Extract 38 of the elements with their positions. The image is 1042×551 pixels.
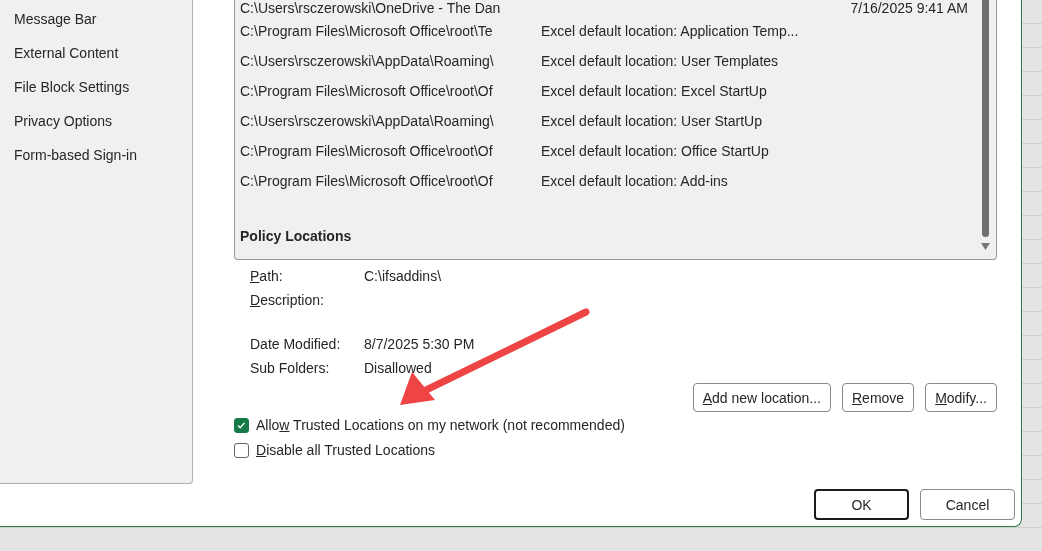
location-button[interactable]: Modify... [925, 383, 997, 412]
description-cell-text: Excel default location: Excel StartUp [541, 83, 768, 99]
checkbox-label[interactable]: Disable all Trusted Locations [256, 442, 435, 458]
path-cell-text: C:\Program Files\Microsoft Office\root\Of [240, 83, 494, 99]
description-cell-text: Excel default location: Application Temp... [541, 23, 800, 39]
field-value: Disallowed [364, 359, 433, 378]
description-cell-text: Excel default location: Add-ins [541, 173, 729, 189]
date-cell: 7/16/2025 9:41 AM [850, 0, 968, 16]
location-button[interactable]: Remove [841, 383, 915, 412]
field-label: Description: [250, 291, 325, 310]
checkbox-label[interactable]: Allow Trusted Locations on my network (not recommended) [256, 417, 625, 433]
sidebar-item[interactable]: External Content [0, 43, 192, 77]
field-label: Path: [250, 267, 284, 286]
path-cell-text: C:\Users\rsczerowski\AppData\Roaming\ [240, 53, 495, 69]
dialog-button[interactable]: Cancel [920, 489, 1015, 520]
checkbox[interactable] [234, 442, 249, 458]
location-button[interactable]: Add new location... [692, 383, 831, 412]
checkbox[interactable] [234, 417, 249, 433]
sidebar-item[interactable]: Message Bar [0, 9, 192, 43]
scroll-down-icon[interactable] [981, 243, 990, 250]
description-cell-text: Excel default location: Office StartUp [541, 143, 770, 159]
description-cell-text: Excel default location: User StartUp [541, 113, 763, 129]
sidebar-item[interactable]: File Block Settings [0, 77, 192, 111]
path-cell-text: C:\Users\rsczerowski\AppData\Roaming\ [240, 113, 495, 129]
path-cell-text: C:\Program Files\Microsoft Office\root\Of [240, 143, 494, 159]
field-value: 8/7/2025 5:30 PM [364, 335, 476, 354]
sidebar-item[interactable]: Privacy Options [0, 111, 192, 145]
dialog-button[interactable]: OK [814, 489, 909, 520]
field-label: Date Modified: [250, 335, 342, 354]
scrollbar-thumb[interactable] [982, 0, 989, 237]
path-cell-text: C:\Users\rsczerowski\OneDrive - The Dan [240, 0, 502, 16]
field-label: Sub Folders: [250, 359, 331, 378]
description-cell-text: Excel default location: User Templates [541, 53, 780, 69]
path-cell-text: C:\Program Files\Microsoft Office\root\Of [240, 173, 494, 189]
sidebar-item[interactable]: Form-based Sign-in [0, 145, 192, 179]
path-cell-text: C:\Program Files\Microsoft Office\root\Te [240, 23, 494, 39]
field-value: C:\ifsaddins\ [364, 267, 443, 286]
section-header: Policy Locations [240, 228, 352, 244]
